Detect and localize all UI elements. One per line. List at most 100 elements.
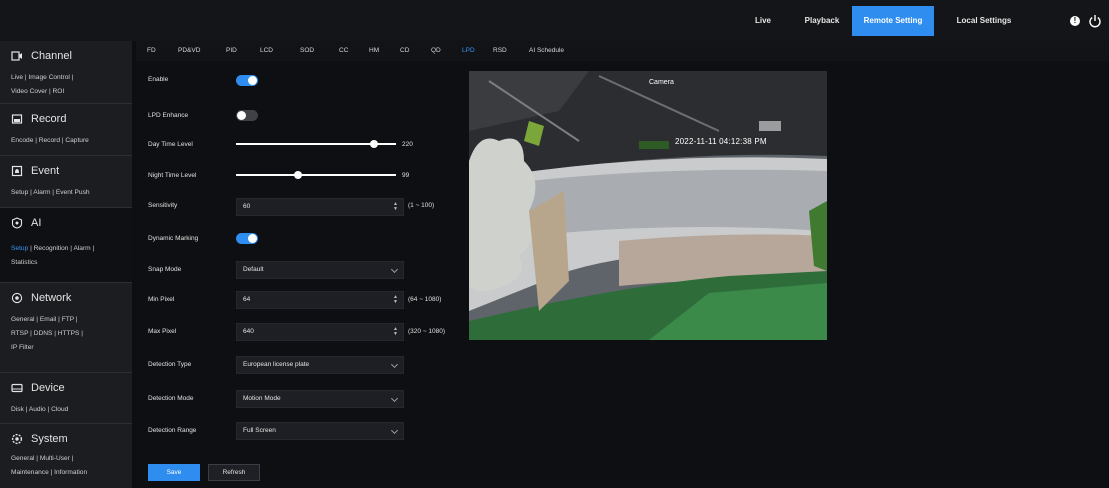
sidebar-links-system-1[interactable]: General | Multi-User | (11, 452, 73, 466)
settings-panel: Enable LPD Enhance Day Time Level 220 Ni… (136, 61, 1109, 488)
sensitivity-range: (1 ~ 100) (408, 202, 435, 209)
min-pixel-input[interactable]: 64 ▲ ▼ (236, 291, 404, 309)
detection-range-value: Full Screen (243, 427, 276, 434)
day-time-level-label: Day Time Level (148, 141, 193, 148)
network-icon (11, 292, 23, 304)
sidebar-links-system-2[interactable]: Maintenance | Information (11, 466, 87, 480)
sidebar-links-network-2[interactable]: RTSP | DDNS | HTTPS | (11, 327, 83, 341)
sidebar-section-event: Event Setup | Alarm | Event Push (0, 156, 132, 208)
chevron-down-icon (390, 394, 399, 403)
day-time-level-slider[interactable] (236, 139, 396, 149)
tab-lcd[interactable]: LCD (260, 41, 273, 61)
tab-qd[interactable]: QD (431, 41, 441, 61)
ai-icon (11, 217, 23, 229)
system-icon (11, 433, 23, 445)
min-pixel-range: (64 ~ 1080) (408, 296, 442, 303)
sidebar-section-channel: Channel Live | Image Control | Video Cov… (0, 41, 132, 104)
save-button[interactable]: Save (148, 464, 200, 481)
night-time-level-value: 99 (402, 172, 410, 179)
enable-label: Enable (148, 76, 169, 83)
sidebar-links-channel-2[interactable]: Video Cover | ROI (11, 85, 64, 99)
camera-timestamp-overlay: 2022-11-11 04:12:38 PM (675, 137, 767, 146)
sidebar-links-network-1[interactable]: General | Email | FTP | (11, 313, 78, 327)
sidebar-links-device[interactable]: Disk | Audio | Cloud (11, 403, 68, 417)
sidebar-section-ai: AI Setup | Recognition | Alarm | Statist… (0, 208, 132, 283)
tab-ai-schedule[interactable]: AI Schedule (529, 41, 564, 61)
event-icon (11, 165, 23, 177)
channel-icon (11, 51, 22, 61)
chevron-down-icon (390, 360, 399, 369)
tab-hm[interactable]: HM (369, 41, 379, 61)
sidebar-link-ai-setup[interactable]: Setup (11, 245, 28, 252)
tab-rsd[interactable]: RSD (493, 41, 507, 61)
chevron-down-icon (390, 265, 399, 274)
record-icon (11, 114, 23, 124)
detection-range-label: Detection Range (148, 427, 197, 434)
nav-local-settings[interactable]: Local Settings (944, 6, 1024, 36)
tab-fd[interactable]: FD (147, 41, 156, 61)
sensitivity-input[interactable]: 60 ▲ ▼ (236, 198, 404, 216)
camera-name-overlay: Camera (649, 79, 674, 86)
sensitivity-value: 60 (243, 203, 251, 210)
max-pixel-value: 640 (243, 328, 254, 335)
snap-mode-value: Default (243, 266, 264, 273)
nav-live[interactable]: Live (742, 6, 784, 36)
refresh-button[interactable]: Refresh (208, 464, 260, 481)
detection-type-label: Detection Type (148, 361, 192, 368)
nav-playback[interactable]: Playback (797, 6, 847, 36)
detection-mode-select[interactable]: Motion Mode (236, 390, 404, 408)
enable-toggle[interactable] (236, 75, 258, 86)
snap-mode-select[interactable]: Default (236, 261, 404, 279)
detection-type-select[interactable]: European license plate (236, 356, 404, 374)
sidebar-links-ai-2[interactable]: Statistics (11, 256, 37, 270)
detection-mode-value: Motion Mode (243, 395, 281, 402)
detection-mode-label: Detection Mode (148, 395, 194, 402)
sidebar-links-ai-1[interactable]: Setup | Recognition | Alarm | (11, 242, 94, 256)
snap-mode-label: Snap Mode (148, 266, 182, 273)
min-pixel-label: Min Pixel (148, 296, 175, 303)
min-pixel-value: 64 (243, 296, 251, 303)
night-time-level-slider[interactable] (236, 170, 396, 180)
max-pixel-label: Max Pixel (148, 328, 177, 335)
sidebar: Channel Live | Image Control | Video Cov… (0, 41, 132, 488)
lpd-enhance-toggle[interactable] (236, 110, 258, 121)
camera-preview[interactable]: Camera 2022-11-11 04:12:38 PM (469, 71, 827, 340)
tab-sod[interactable]: SOD (300, 41, 314, 61)
sidebar-links-event[interactable]: Setup | Alarm | Event Push (11, 186, 90, 200)
detection-type-value: European license plate (243, 361, 310, 368)
sidebar-section-network: Network General | Email | FTP | RTSP | D… (0, 283, 132, 373)
max-pixel-range: (320 ~ 1080) (408, 328, 446, 335)
nav-remote-setting[interactable]: Remote Setting (852, 6, 934, 36)
dynamic-marking-toggle[interactable] (236, 233, 258, 244)
slider-knob[interactable] (294, 171, 303, 179)
sidebar-links-network-3[interactable]: IP Filter (11, 341, 34, 355)
tab-bar: FD PD&VD PID LCD SOD CC HM CD QD LPD RSD… (136, 41, 1109, 61)
tab-cd[interactable]: CD (400, 41, 409, 61)
max-pixel-input[interactable]: 640 ▲ ▼ (236, 323, 404, 341)
slider-knob[interactable] (369, 140, 378, 148)
spinner-icon[interactable]: ▲ ▼ (393, 202, 398, 212)
detection-range-select[interactable]: Full Screen (236, 422, 404, 440)
sidebar-section-record: Record Encode | Record | Capture (0, 104, 132, 156)
power-icon[interactable] (1088, 14, 1102, 28)
device-icon (11, 383, 23, 393)
tab-pd-vd[interactable]: PD&VD (178, 41, 200, 61)
chevron-down-icon (390, 426, 399, 435)
night-time-level-label: Night Time Level (148, 172, 197, 179)
day-time-level-value: 220 (402, 141, 413, 148)
tab-cc[interactable]: CC (339, 41, 348, 61)
tab-lpd[interactable]: LPD (462, 41, 475, 61)
lpd-enhance-label: LPD Enhance (148, 112, 189, 119)
top-bar: Live Playback Remote Setting Local Setti… (0, 0, 1109, 41)
camera-scene-image (469, 71, 827, 340)
slider-track (236, 174, 396, 176)
tab-pid[interactable]: PID (226, 41, 237, 61)
spinner-icon[interactable]: ▲ ▼ (393, 295, 398, 305)
spinner-icon[interactable]: ▲ ▼ (393, 327, 398, 337)
sidebar-links-channel-1[interactable]: Live | Image Control | (11, 71, 73, 85)
sidebar-links-record[interactable]: Encode | Record | Capture (11, 134, 89, 148)
sensitivity-label: Sensitivity (148, 202, 178, 209)
alert-icon[interactable]: ! (1070, 16, 1080, 26)
sidebar-section-system: System General | Multi-User | Maintenanc… (0, 424, 132, 488)
sidebar-section-device: Device Disk | Audio | Cloud (0, 373, 132, 424)
